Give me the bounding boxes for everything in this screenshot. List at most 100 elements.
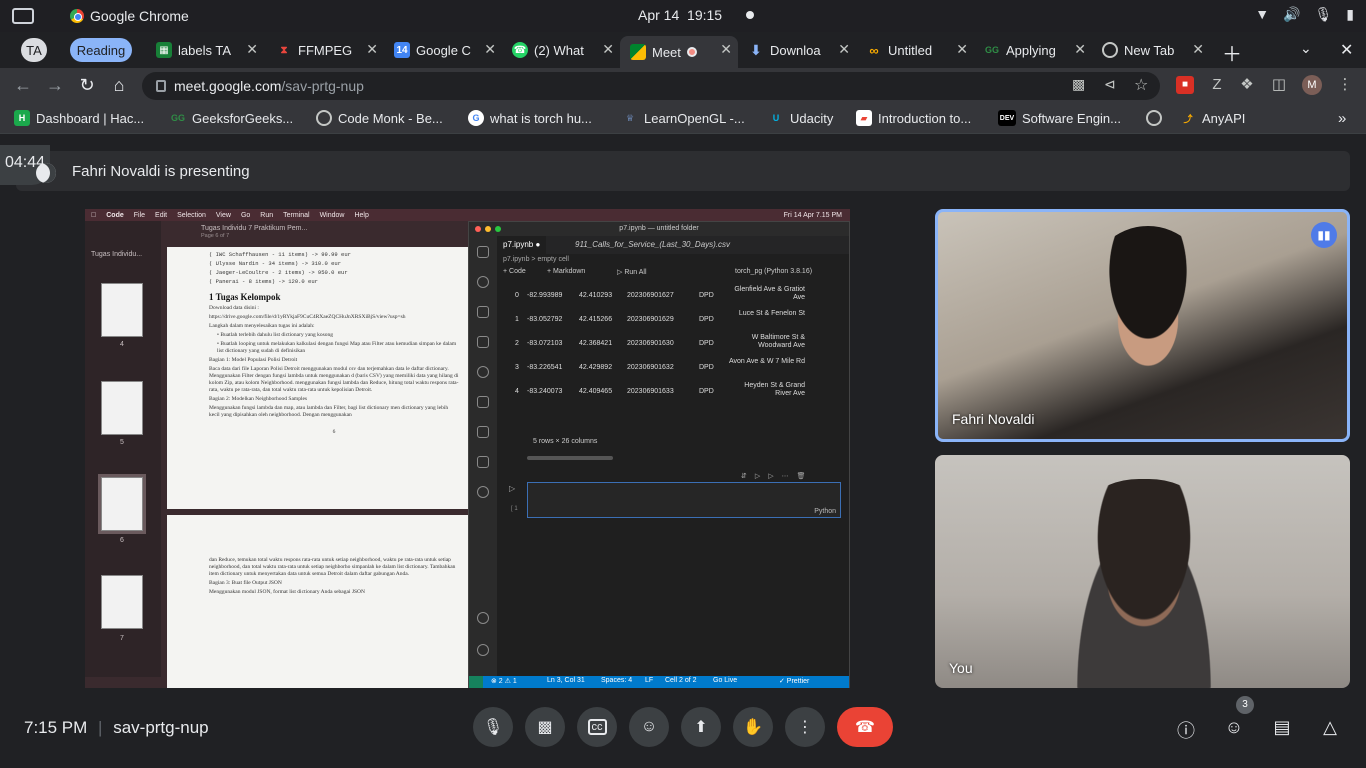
bookmark-introduction[interactable]: ▰ Introduction to...	[856, 110, 971, 126]
close-icon[interactable]: ✕	[956, 41, 968, 58]
tab-group-ta[interactable]: TA	[21, 38, 47, 62]
run-cell-icon[interactable]: ▷	[755, 472, 760, 480]
add-code-cell-button[interactable]: + Code	[503, 268, 526, 275]
lock-icon[interactable]	[156, 80, 166, 92]
vscode-breadcrumb[interactable]: p7.ipynb > empty cell	[503, 256, 569, 263]
meeting-info-icon[interactable]: ⓘ	[1175, 717, 1197, 741]
tab-search-icon[interactable]: ⌄	[1300, 40, 1312, 57]
pdf-thumbnail[interactable]	[101, 283, 143, 337]
reload-button[interactable]: ↻	[76, 74, 98, 96]
source-control-icon[interactable]	[477, 276, 489, 288]
home-button[interactable]: ⌂	[108, 74, 130, 96]
delete-cell-icon[interactable]: 🗑	[797, 472, 806, 480]
extension-red-icon[interactable]: ■	[1176, 76, 1194, 94]
status-prettier[interactable]: ✓ Prettier	[779, 677, 809, 685]
status-cursor-position[interactable]: Ln 3, Col 31	[547, 677, 585, 684]
docker-icon[interactable]	[477, 426, 489, 438]
system-tray[interactable]: ▼ 🔊 🎙 ▮	[1255, 6, 1354, 23]
bookmark-hackerrank[interactable]: H Dashboard | Hac...	[14, 110, 144, 126]
close-icon[interactable]: ✕	[246, 41, 258, 58]
remote-indicator-icon[interactable]	[469, 676, 483, 688]
status-problems[interactable]: ⊗ 2 ⚠ 1	[491, 677, 517, 685]
launcher-icon[interactable]	[12, 8, 34, 24]
pdf-thumbnail[interactable]	[101, 575, 143, 629]
tab-google-calendar[interactable]: 14 Google C ✕	[384, 36, 502, 64]
tab-meet[interactable]: Meet ✕	[620, 36, 738, 68]
close-icon[interactable]: ✕	[720, 41, 732, 58]
bookmark-software-engineering[interactable]: DEV Software Engin...	[998, 110, 1121, 126]
run-all-button[interactable]: ▷ Run All	[617, 268, 647, 276]
more-options-button[interactable]: ⋮	[785, 707, 825, 747]
tab-group-reading[interactable]: Reading	[70, 38, 132, 62]
bookmark-torch[interactable]: Gwhat is torch hu...	[468, 110, 592, 126]
shared-screen[interactable]:  Code File Edit Selection View Go Run T…	[85, 209, 850, 689]
zoom-dot-icon[interactable]	[495, 226, 501, 232]
chat-icon[interactable]: ▤	[1271, 717, 1293, 739]
testing-icon[interactable]	[477, 336, 489, 348]
bookmarks-overflow-icon[interactable]: »	[1338, 110, 1346, 127]
status-indentation[interactable]: Spaces: 4	[601, 677, 632, 684]
cell-language-label[interactable]: Python	[814, 508, 836, 515]
bookmark-anyapi[interactable]: ⤴ AnyAPI	[1180, 110, 1245, 126]
captions-button[interactable]: cc	[577, 707, 617, 747]
settings-gear-icon[interactable]	[477, 644, 489, 656]
close-icon[interactable]: ✕	[602, 41, 614, 58]
pdf-thumbnail[interactable]	[101, 381, 143, 435]
copilot-icon[interactable]	[477, 456, 489, 468]
pdf-thumbnail-selected[interactable]	[98, 474, 146, 534]
address-bar[interactable]: meet.google.com/sav-prtg-nup ▩ ⊲ ☆	[142, 72, 1160, 100]
people-icon[interactable]: ☺	[1223, 717, 1245, 739]
menu-kebab-icon[interactable]: ⋮	[1336, 76, 1354, 94]
bookmark-udacity[interactable]: U Udacity	[768, 110, 834, 126]
new-tab-button[interactable]: ＋	[1222, 38, 1242, 67]
add-markdown-cell-button[interactable]: + Markdown	[547, 268, 585, 275]
run-cell-icon[interactable]: ▷	[509, 484, 515, 493]
close-icon[interactable]: ✕	[1074, 41, 1086, 58]
editor-tab-notebook[interactable]: p7.ipynb ●	[497, 236, 547, 254]
run-below-icon[interactable]: ▷	[768, 472, 773, 480]
microphone-button[interactable]: 🎙	[473, 707, 513, 747]
participant-tile-self[interactable]: You	[935, 455, 1350, 688]
close-icon[interactable]: ✕	[484, 41, 496, 58]
run-debug-icon[interactable]	[477, 306, 489, 318]
status-eol[interactable]: LF	[645, 677, 653, 684]
tab-downloads[interactable]: ⬇ Downloa ✕	[738, 36, 856, 64]
camera-button[interactable]: ▩	[525, 707, 565, 747]
window-close-icon[interactable]: ✕	[1340, 40, 1353, 60]
minimize-dot-icon[interactable]	[485, 226, 491, 232]
timeline-icon[interactable]	[477, 366, 489, 378]
forward-button[interactable]: →	[44, 74, 66, 96]
activities-icon[interactable]: △	[1319, 717, 1341, 739]
run-above-icon[interactable]: ⇵	[741, 472, 747, 480]
participant-tile-presenter[interactable]: ▮▮ Fahri Novaldi	[935, 209, 1350, 442]
bookmark-learnopengl[interactable]: ♕ LearnOpenGL -...	[622, 110, 745, 126]
extensions-puzzle-icon[interactable]: ❖	[1238, 76, 1256, 94]
kernel-picker[interactable]: torch_pg (Python 3.8.16)	[735, 268, 812, 275]
leave-call-button[interactable]: ☎	[837, 707, 893, 747]
remote-icon[interactable]	[477, 486, 489, 498]
tab-colab[interactable]: ∞ Untitled ✕	[856, 36, 974, 64]
account-icon[interactable]	[477, 612, 489, 624]
profile-avatar[interactable]: M	[1302, 75, 1322, 95]
side-panel-icon[interactable]: ◫	[1270, 76, 1288, 94]
bookmark-star-icon[interactable]: ☆	[1134, 75, 1148, 95]
close-icon[interactable]: ✕	[838, 41, 850, 58]
tab-labels[interactable]: ▦ labels TA ✕	[146, 36, 264, 64]
status-go-live[interactable]: Go Live	[713, 677, 737, 684]
status-cell[interactable]: Cell 2 of 2	[665, 677, 697, 684]
tab-whatsapp[interactable]: ☎ (2) What ✕	[502, 36, 620, 64]
bookmark-code-monk[interactable]: Code Monk - Be...	[316, 110, 443, 126]
tab-new-tab[interactable]: New Tab ✕	[1092, 36, 1210, 64]
horizontal-scrollbar[interactable]	[527, 456, 613, 460]
extension-z-icon[interactable]: Z	[1208, 76, 1226, 94]
camera-in-use-icon[interactable]: ▩	[1072, 76, 1085, 93]
bookmark-globe[interactable]	[1146, 110, 1162, 126]
reactions-button[interactable]: ☺	[629, 707, 669, 747]
close-dot-icon[interactable]	[475, 226, 481, 232]
present-button[interactable]: ⬆	[681, 707, 721, 747]
more-icon[interactable]: ⋯	[782, 472, 789, 480]
explorer-icon[interactable]	[477, 246, 489, 258]
tab-ffmpeg[interactable]: ⧗ FFMPEG ✕	[266, 36, 384, 64]
extensions-icon[interactable]	[477, 396, 489, 408]
raise-hand-button[interactable]: ✋	[733, 707, 773, 747]
